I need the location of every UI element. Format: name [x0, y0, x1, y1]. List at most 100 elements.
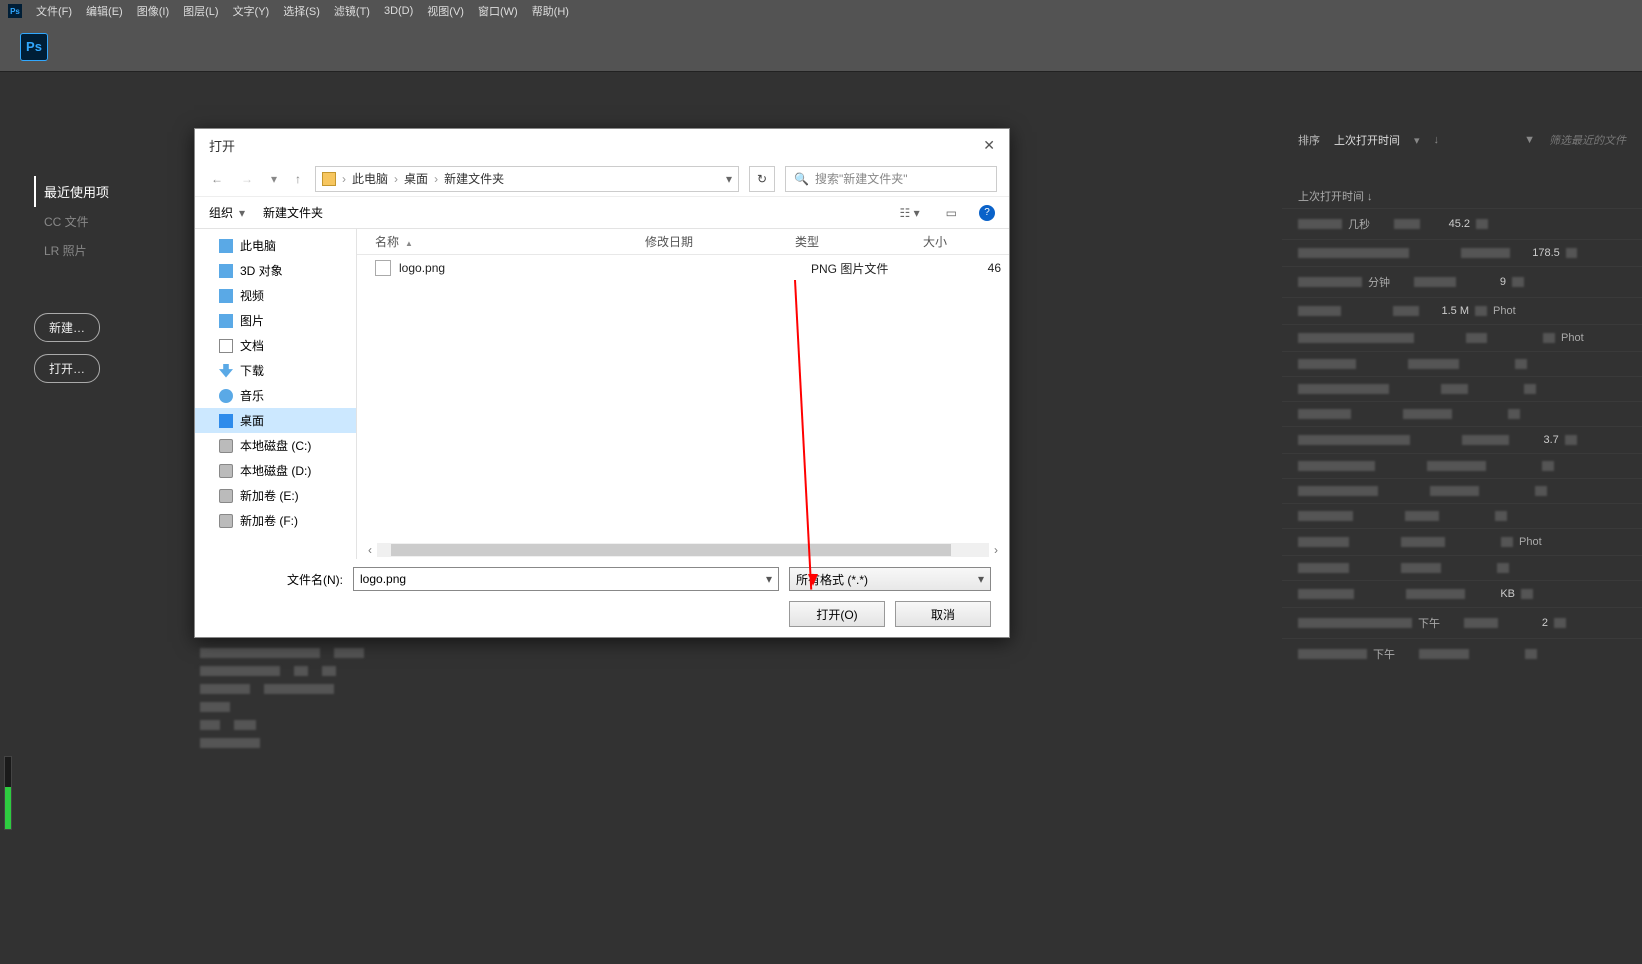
menu-3d[interactable]: 3D(D) [384, 5, 413, 17]
recent-panel: 排序 上次打开时间 ▾ ↓ ▼ 筛选最近的文件 上次打开时间 ↓ 几秒45.21… [1282, 126, 1642, 669]
menu-window[interactable]: 窗口(W) [478, 3, 518, 19]
recent-row[interactable]: 几秒45.2 [1282, 208, 1642, 239]
chevron-down-icon[interactable]: ▾ [1414, 134, 1420, 147]
refresh-icon[interactable]: ↻ [749, 166, 775, 192]
tree-item[interactable]: 本地磁盘 (C:) [195, 433, 356, 458]
file-list: 名称▲ 修改日期 类型 大小 logo.pngPNG 图片文件46 ‹ › [357, 229, 1009, 559]
organize-button[interactable]: 组织 [209, 204, 233, 221]
recent-locations-icon[interactable]: ▾ [267, 172, 281, 186]
tree-label: 图片 [240, 312, 264, 329]
recent-row[interactable]: KB [1282, 580, 1642, 607]
tree-item[interactable]: 视频 [195, 283, 356, 308]
recent-time: 下午 [1418, 615, 1458, 631]
sort-value[interactable]: 上次打开时间 [1334, 132, 1400, 148]
recent-row[interactable]: 1.5 MPhot [1282, 297, 1642, 324]
preview-pane-icon[interactable]: ▭ [942, 206, 961, 220]
tree-label: 3D 对象 [240, 262, 283, 279]
menu-layer[interactable]: 图层(L) [183, 3, 218, 19]
recent-row[interactable]: 下午 [1282, 638, 1642, 669]
tree-item[interactable]: 本地磁盘 (D:) [195, 458, 356, 483]
menu-file[interactable]: 文件(F) [36, 3, 72, 19]
col-name[interactable]: 名称▲ [375, 233, 645, 250]
search-icon: 🔍 [794, 172, 809, 186]
filename-input[interactable]: logo.png ▾ [353, 567, 779, 591]
horizontal-scrollbar[interactable]: ‹ › [363, 543, 1003, 557]
bc-1[interactable]: 桌面 [404, 170, 428, 187]
nav-lr-photos[interactable]: LR 照片 [34, 236, 154, 265]
ico-disk [219, 514, 233, 528]
menu-view[interactable]: 视图(V) [427, 3, 464, 19]
tree-item[interactable]: 此电脑 [195, 233, 356, 258]
tree-item[interactable]: 新加卷 (F:) [195, 508, 356, 533]
col-size[interactable]: 大小 [923, 233, 1009, 250]
tree-item[interactable]: 下载 [195, 358, 356, 383]
open-file-button[interactable]: 打开(O) [789, 601, 885, 627]
menu-help[interactable]: 帮助(H) [532, 3, 569, 19]
filter-recent-input[interactable]: 筛选最近的文件 [1549, 132, 1626, 148]
recent-row[interactable] [1282, 478, 1642, 503]
recent-value: 1.5 M [1425, 305, 1469, 317]
address-bar[interactable]: › 此电脑 › 桌面 › 新建文件夹 ▾ [315, 166, 739, 192]
new-folder-button[interactable]: 新建文件夹 [263, 204, 323, 221]
recent-row[interactable] [1282, 453, 1642, 478]
tree-item[interactable]: 图片 [195, 308, 356, 333]
recent-row[interactable]: 178.5 [1282, 239, 1642, 266]
menu-select[interactable]: 选择(S) [283, 3, 320, 19]
sort-direction-icon[interactable]: ↓ [1434, 134, 1440, 146]
organize-dropdown-icon[interactable]: ▾ [239, 206, 245, 220]
back-icon[interactable]: ← [207, 172, 227, 186]
view-mode-icon[interactable]: ☷ ▾ [896, 206, 924, 220]
filename-dropdown-icon[interactable]: ▾ [766, 572, 772, 586]
close-icon[interactable]: ✕ [983, 137, 995, 154]
bc-0[interactable]: 此电脑 [352, 170, 388, 187]
address-dropdown-icon[interactable]: ▾ [726, 172, 732, 186]
filetype-select[interactable]: 所有格式 (*.*) ▾ [789, 567, 991, 591]
recent-row[interactable]: 下午2 [1282, 607, 1642, 638]
recent-row[interactable]: 3.7 [1282, 426, 1642, 453]
forward-icon[interactable]: → [237, 172, 257, 186]
menu-type[interactable]: 文字(Y) [233, 3, 270, 19]
menu-edit[interactable]: 编辑(E) [86, 3, 123, 19]
file-row[interactable]: logo.pngPNG 图片文件46 [357, 255, 1009, 281]
ico-desk [219, 414, 233, 428]
up-icon[interactable]: ↑ [291, 172, 305, 186]
recent-row[interactable] [1282, 401, 1642, 426]
open-button[interactable]: 打开… [34, 354, 100, 383]
folder-tree[interactable]: 此电脑3D 对象视频图片文档下载音乐桌面本地磁盘 (C:)本地磁盘 (D:)新加… [195, 229, 357, 559]
tree-item[interactable]: 新加卷 (E:) [195, 483, 356, 508]
scroll-left-icon[interactable]: ‹ [363, 543, 377, 557]
tree-label: 桌面 [240, 412, 264, 429]
bc-2[interactable]: 新建文件夹 [444, 170, 504, 187]
tree-item[interactable]: 3D 对象 [195, 258, 356, 283]
tree-item[interactable]: 文档 [195, 333, 356, 358]
ico-disk [219, 439, 233, 453]
funnel-icon[interactable]: ▼ [1524, 134, 1535, 146]
col-type[interactable]: 类型 [795, 233, 923, 250]
menu-image[interactable]: 图像(I) [137, 3, 169, 19]
progress-indicator [4, 756, 12, 830]
recent-row[interactable] [1282, 555, 1642, 580]
col-last-opened[interactable]: 上次打开时间 ↓ [1298, 188, 1626, 204]
cancel-button[interactable]: 取消 [895, 601, 991, 627]
help-icon[interactable]: ? [979, 205, 995, 221]
file-icon [375, 260, 391, 276]
scroll-right-icon[interactable]: › [989, 543, 1003, 557]
nav-recent[interactable]: 最近使用项 [34, 176, 154, 207]
file-name: logo.png [399, 261, 661, 275]
recent-row[interactable]: Phot [1282, 528, 1642, 555]
recent-row[interactable] [1282, 351, 1642, 376]
recent-row[interactable]: Phot [1282, 324, 1642, 351]
filetype-dropdown-icon[interactable]: ▾ [978, 572, 984, 586]
col-date[interactable]: 修改日期 [645, 233, 795, 250]
tree-item[interactable]: 桌面 [195, 408, 356, 433]
tree-item[interactable]: 音乐 [195, 383, 356, 408]
nav-cc-files[interactable]: CC 文件 [34, 207, 154, 236]
background-recents [200, 644, 900, 752]
file-size: 46 [939, 261, 1009, 275]
new-button[interactable]: 新建… [34, 313, 100, 342]
recent-row[interactable]: 分钟9 [1282, 266, 1642, 297]
recent-row[interactable] [1282, 376, 1642, 401]
menu-filter[interactable]: 滤镜(T) [334, 3, 370, 19]
search-input[interactable]: 🔍 搜索"新建文件夹" [785, 166, 997, 192]
recent-row[interactable] [1282, 503, 1642, 528]
